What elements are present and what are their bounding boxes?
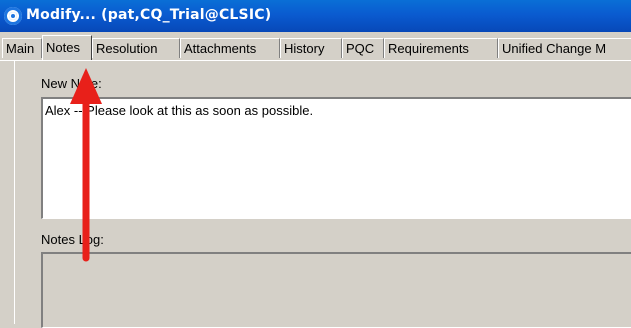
tab-pqc-label: PQC (346, 41, 375, 56)
tab-resolution-label: Resolution (96, 41, 158, 56)
new-note-label: New Note: (41, 76, 102, 91)
tab-notes-label: Notes (46, 40, 80, 55)
tab-notes[interactable]: Notes (42, 35, 92, 60)
tab-resolution[interactable]: Resolution (92, 38, 180, 58)
tab-history-label: History (284, 41, 325, 56)
window-title: Modify... (pat,CQ_Trial@CLSIC) (26, 7, 272, 23)
tab-attachments[interactable]: Attachments (180, 38, 280, 58)
notes-log-label: Notes Log: (41, 232, 104, 247)
tab-requirements-label: Requirements (388, 41, 469, 56)
tab-strip: Main Notes Resolution Attachments Histor… (0, 34, 631, 61)
tab-main[interactable]: Main (2, 38, 42, 58)
tab-unified-change-management[interactable]: Unified Change M (498, 38, 631, 58)
tab-attachments-label: Attachments (184, 41, 257, 56)
tab-main-label: Main (6, 41, 35, 56)
tab-requirements[interactable]: Requirements (384, 38, 498, 58)
new-note-text: Alex -- Please look at this as soon as p… (45, 103, 314, 118)
app-icon (4, 7, 22, 25)
tab-ucm-label: Unified Change M (502, 41, 607, 56)
notes-panel: New Note: Alex -- Please look at this as… (14, 60, 631, 328)
tab-pqc[interactable]: PQC (342, 38, 384, 58)
tab-history[interactable]: History (280, 38, 342, 58)
title-bar[interactable]: Modify... (pat,CQ_Trial@CLSIC) (0, 0, 631, 32)
notes-log-textarea[interactable] (41, 252, 631, 328)
new-note-textarea[interactable]: Alex -- Please look at this as soon as p… (41, 97, 631, 219)
